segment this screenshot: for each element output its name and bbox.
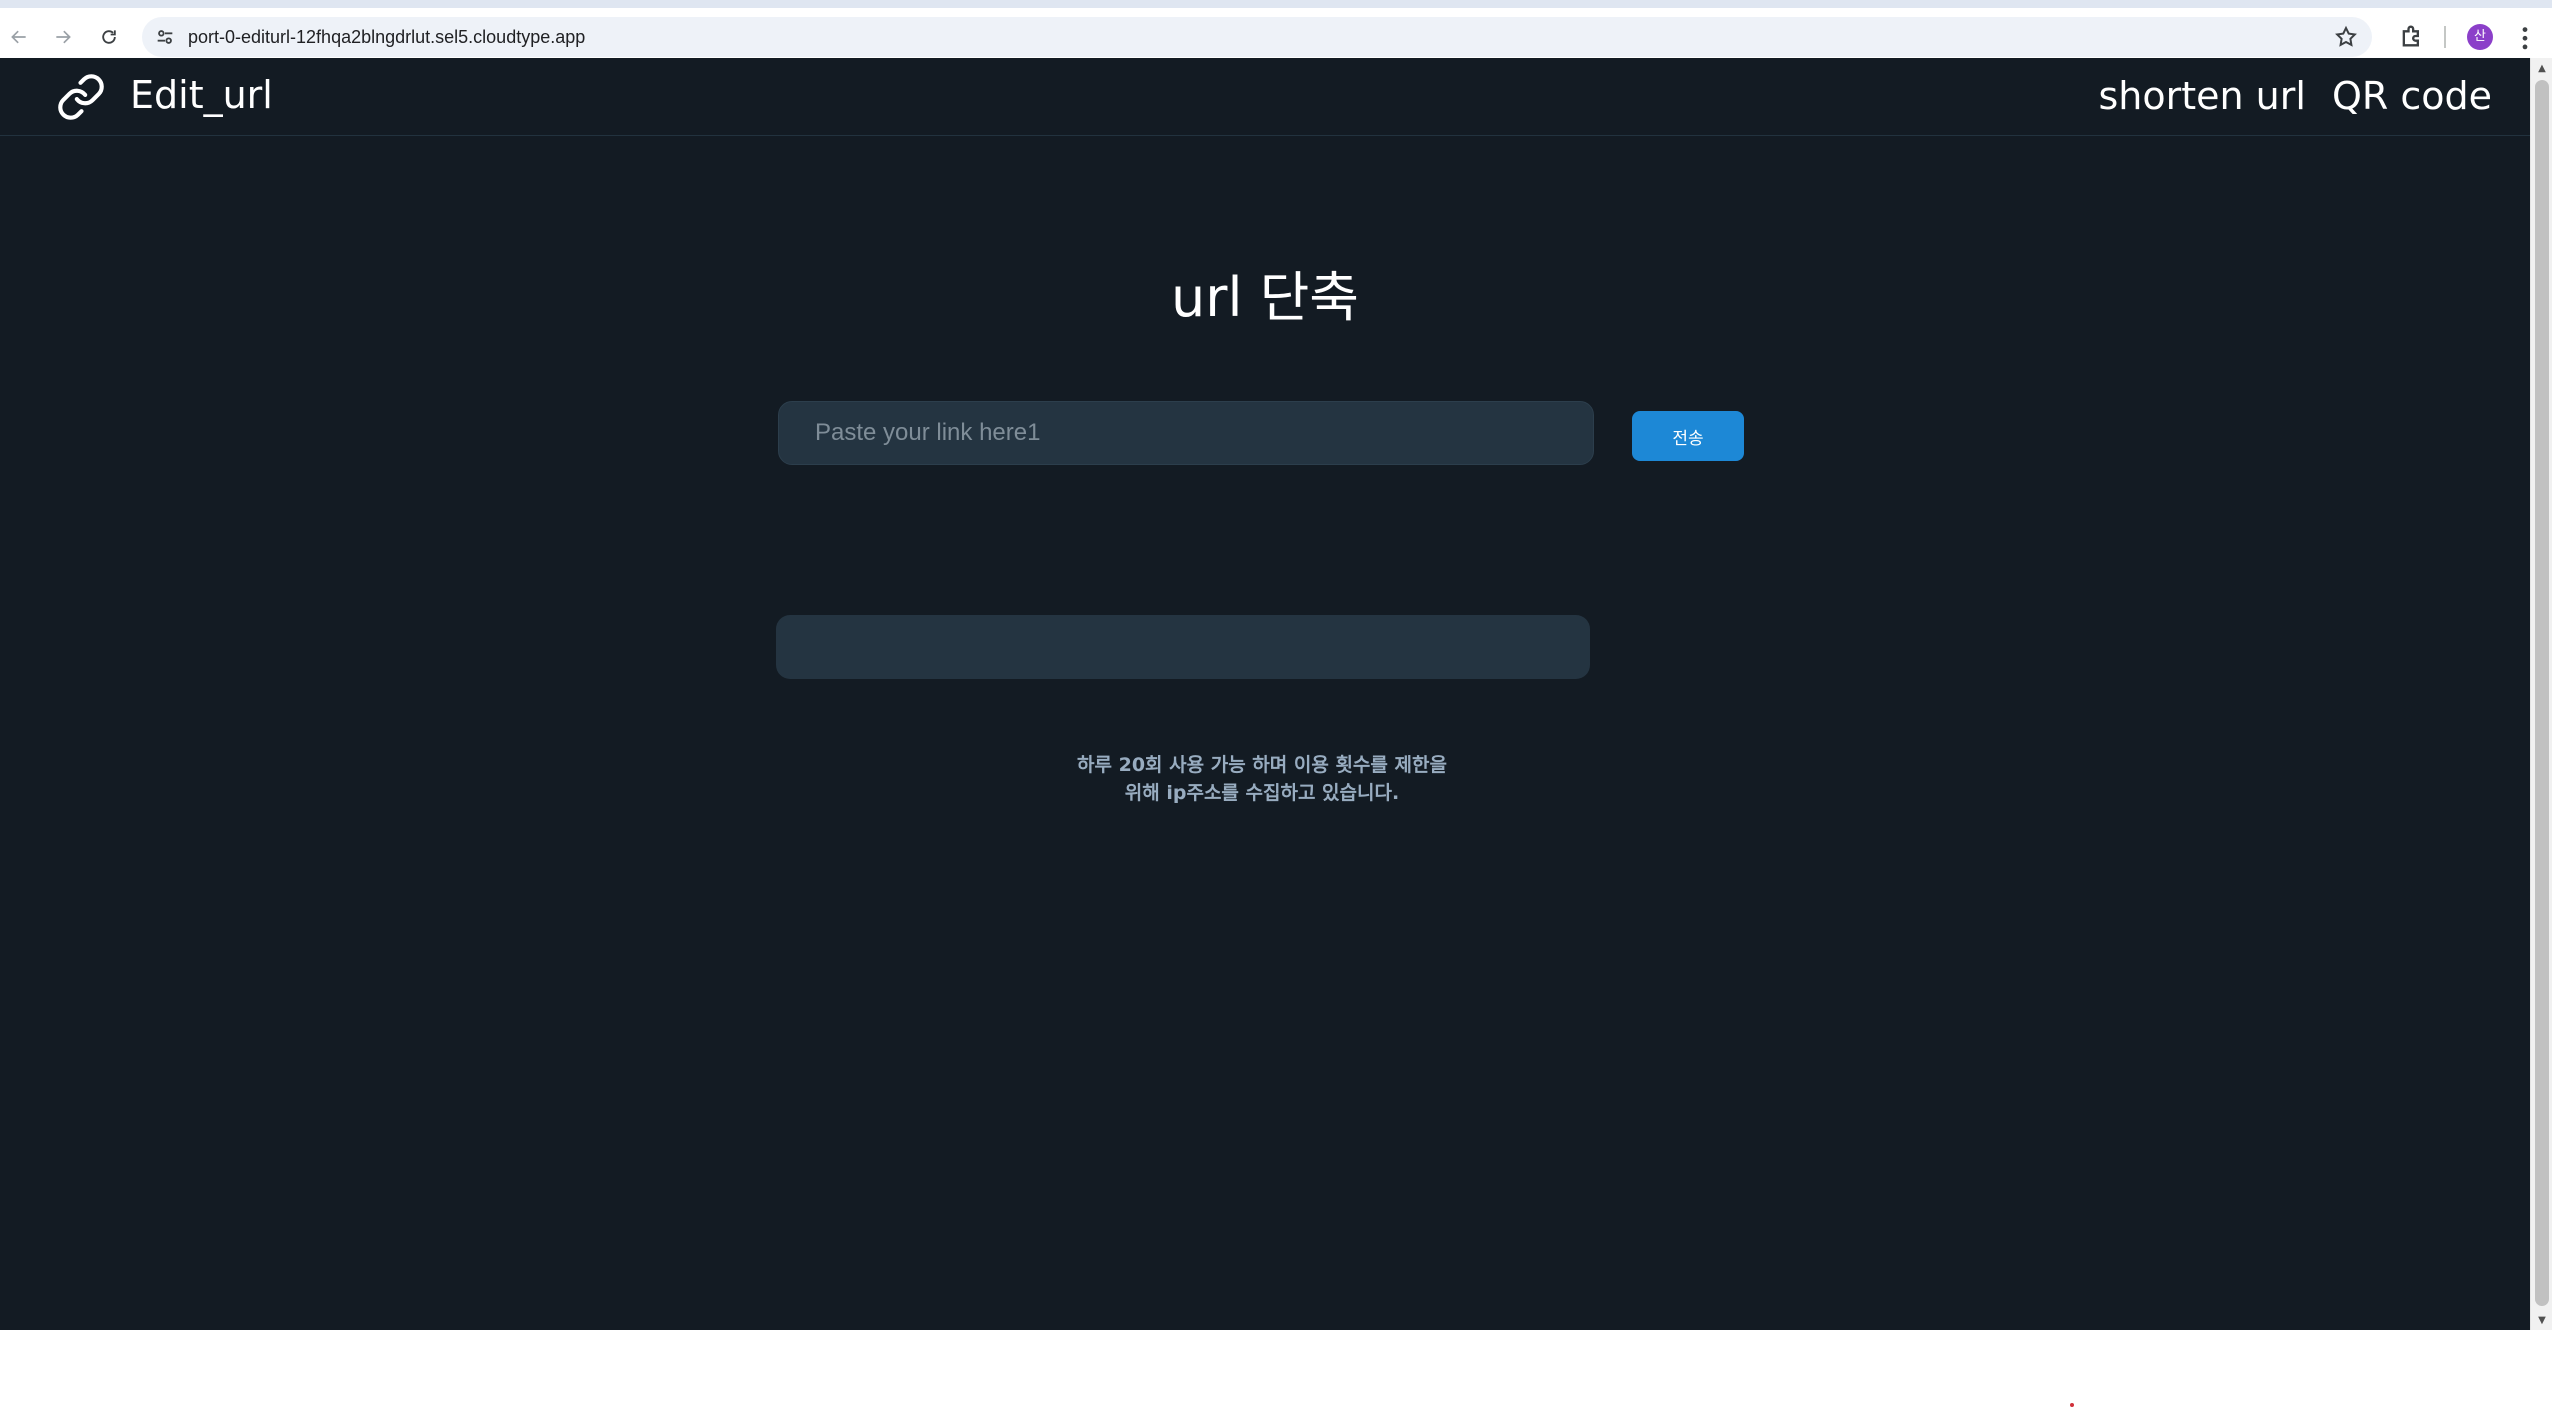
usage-notice-line: 하루 20회 사용 가능 하며 이용 횟수를 제한을 [1077, 754, 1447, 776]
submit-button[interactable]: 전송 [1632, 411, 1744, 461]
scroll-thumb[interactable] [2535, 80, 2549, 1306]
more-menu-icon[interactable] [2512, 22, 2538, 52]
extensions-icon[interactable] [2398, 22, 2426, 50]
profile-avatar[interactable]: 산 [2467, 24, 2493, 50]
nav-link-qr-code[interactable]: QR code [2332, 74, 2492, 118]
page-scrollbar[interactable]: ▲ ▼ [2530, 58, 2552, 1330]
address-bar[interactable]: port-0-editurl-12fhqa2blngdrlut.sel5.clo… [142, 17, 2372, 57]
usage-notice: 하루 20회 사용 가능 하며 이용 횟수를 제한을 위해 ip주소를 수집하고… [0, 751, 2524, 807]
stray-dot [2070, 1403, 2074, 1407]
app-header: Edit_url shorten url QR code [0, 58, 2530, 136]
page-viewport: Edit_url shorten url QR code url 단축 전송 하… [0, 58, 2530, 1330]
toolbar-divider [2444, 26, 2446, 48]
url-text[interactable]: port-0-editurl-12fhqa2blngdrlut.sel5.clo… [188, 17, 585, 57]
link-logo-icon[interactable] [56, 72, 106, 122]
back-icon[interactable] [2, 20, 36, 54]
bookmark-star-icon[interactable] [2334, 25, 2358, 49]
blank-area [0, 1330, 2552, 1410]
page-title: url 단축 [1171, 266, 1359, 329]
nav-link-shorten-url[interactable]: shorten url [2098, 74, 2305, 118]
browser-toolbar: port-0-editurl-12fhqa2blngdrlut.sel5.clo… [0, 0, 2552, 58]
usage-notice-line: 위해 ip주소를 수집하고 있습니다. [1124, 782, 1400, 804]
scroll-down-icon[interactable]: ▼ [2531, 1310, 2552, 1330]
site-info-icon[interactable] [154, 26, 176, 48]
reload-icon[interactable] [92, 20, 126, 54]
forward-icon[interactable] [46, 20, 80, 54]
shortened-url-result [776, 615, 1590, 679]
header-nav: shorten url QR code [2098, 70, 2492, 122]
brand-title[interactable]: Edit_url [130, 70, 273, 120]
scroll-up-icon[interactable]: ▲ [2531, 58, 2552, 78]
link-input[interactable] [778, 401, 1594, 465]
